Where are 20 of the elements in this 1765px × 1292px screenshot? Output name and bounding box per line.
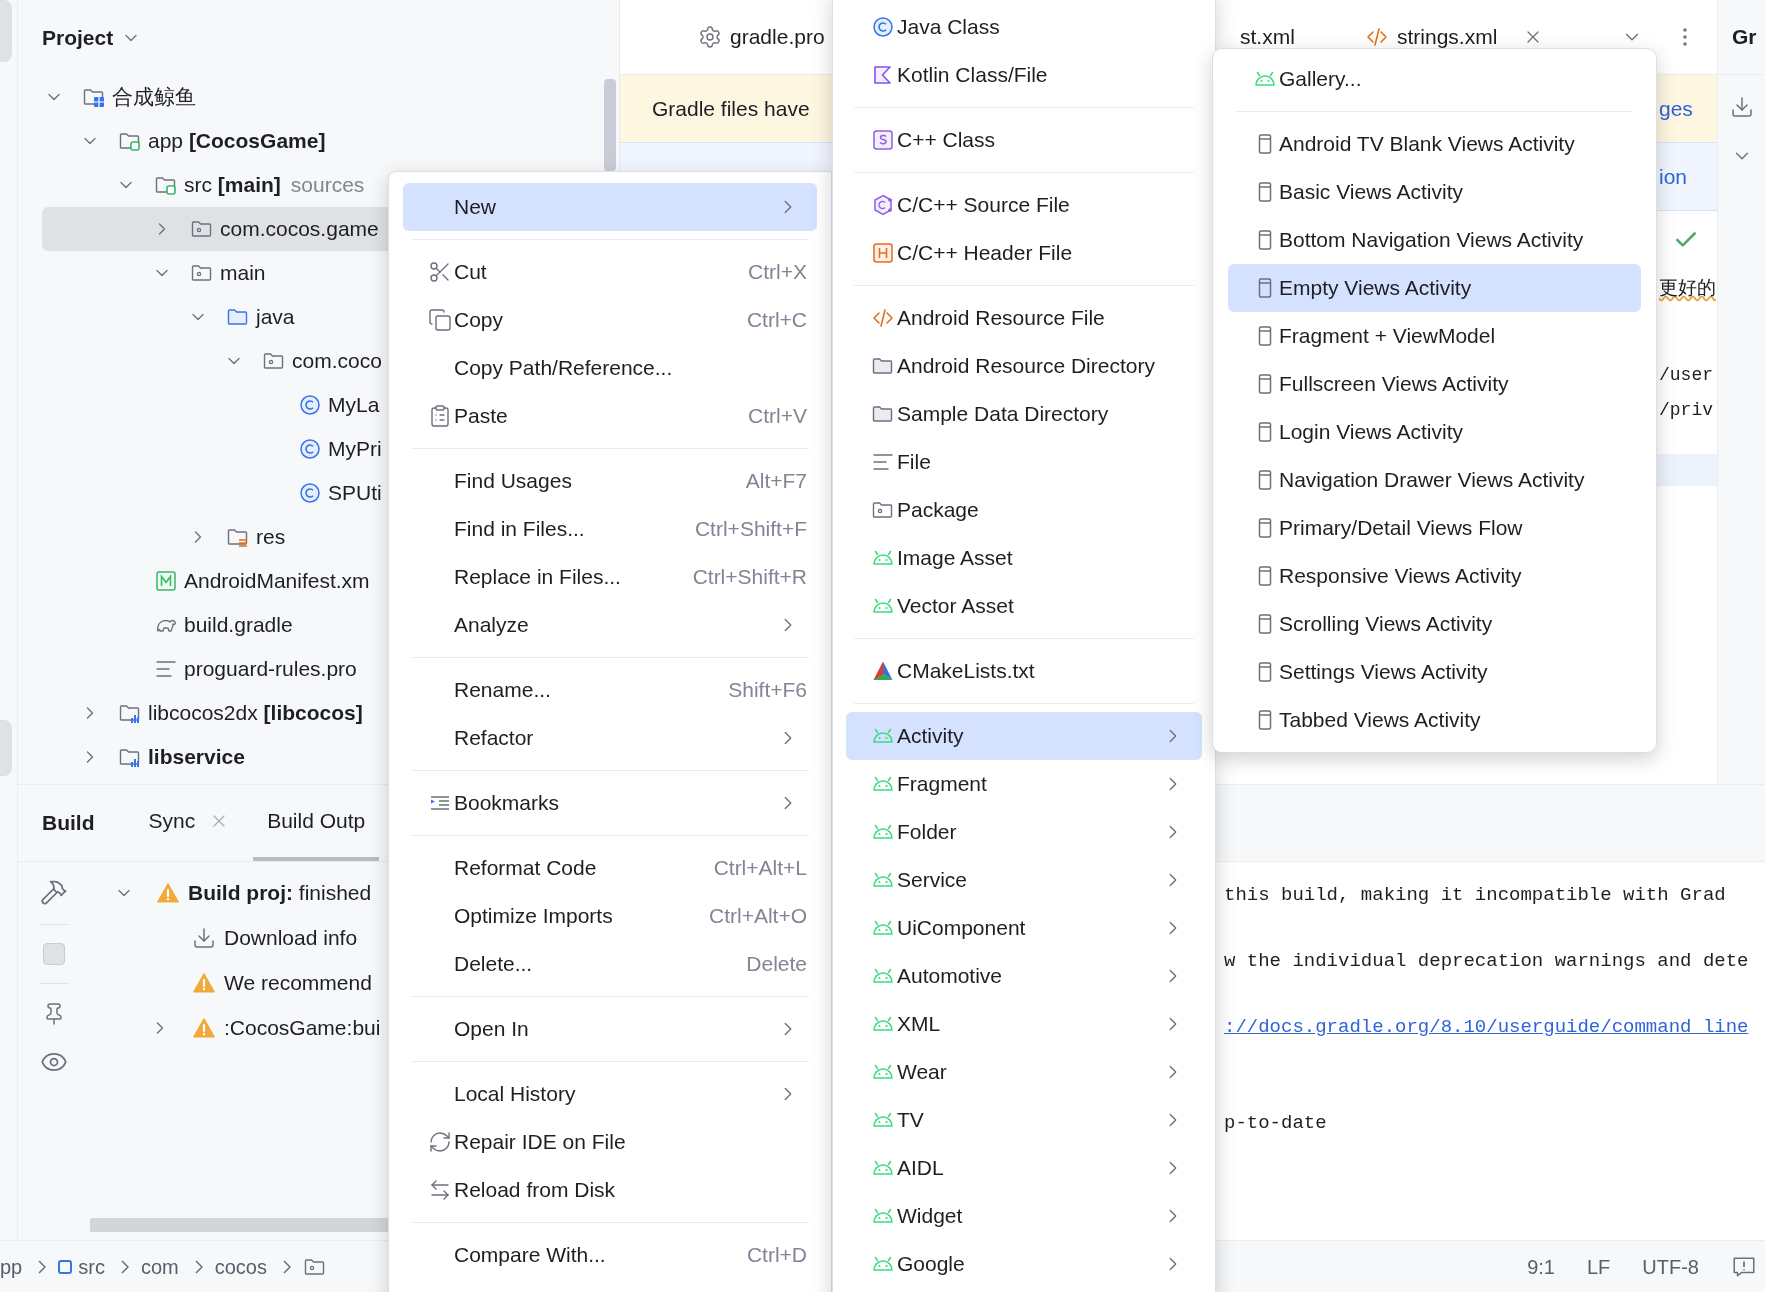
panel-title: Build: [42, 810, 95, 837]
code-line: /priv: [1659, 398, 1714, 422]
keyboard-shortcut: Ctrl+Shift+R: [692, 564, 807, 591]
output-line: p-to-date: [1224, 1110, 1327, 1136]
info-text: ion: [1659, 163, 1689, 190]
banner-text: Gradle files have: [652, 95, 810, 122]
keyboard-shortcut: Ctrl+D: [746, 1242, 807, 1269]
keyboard-shortcut: Ctrl+Alt+L: [713, 855, 807, 882]
code-line: /user: [1659, 363, 1714, 387]
output-line: w the individual deprecation warnings and dete: [1224, 948, 1749, 974]
chinese-text: 更好的: [1659, 275, 1717, 300]
keyboard-shortcut: Ctrl+C: [746, 307, 807, 334]
keyboard-shortcut: Ctrl+X: [748, 259, 807, 286]
keyboard-shortcut: Ctrl+V: [748, 403, 807, 430]
keyboard-shortcut: Ctrl+Shift+F: [694, 516, 807, 543]
keyboard-shortcut: Alt+F7: [745, 468, 807, 495]
output-line: this build, making it incompatible with Grad: [1224, 882, 1726, 908]
keyboard-shortcut: Ctrl+Alt+O: [708, 903, 807, 930]
keyboard-shortcut: Shift+F6: [728, 677, 807, 704]
keyboard-shortcut: Delete: [746, 951, 807, 978]
